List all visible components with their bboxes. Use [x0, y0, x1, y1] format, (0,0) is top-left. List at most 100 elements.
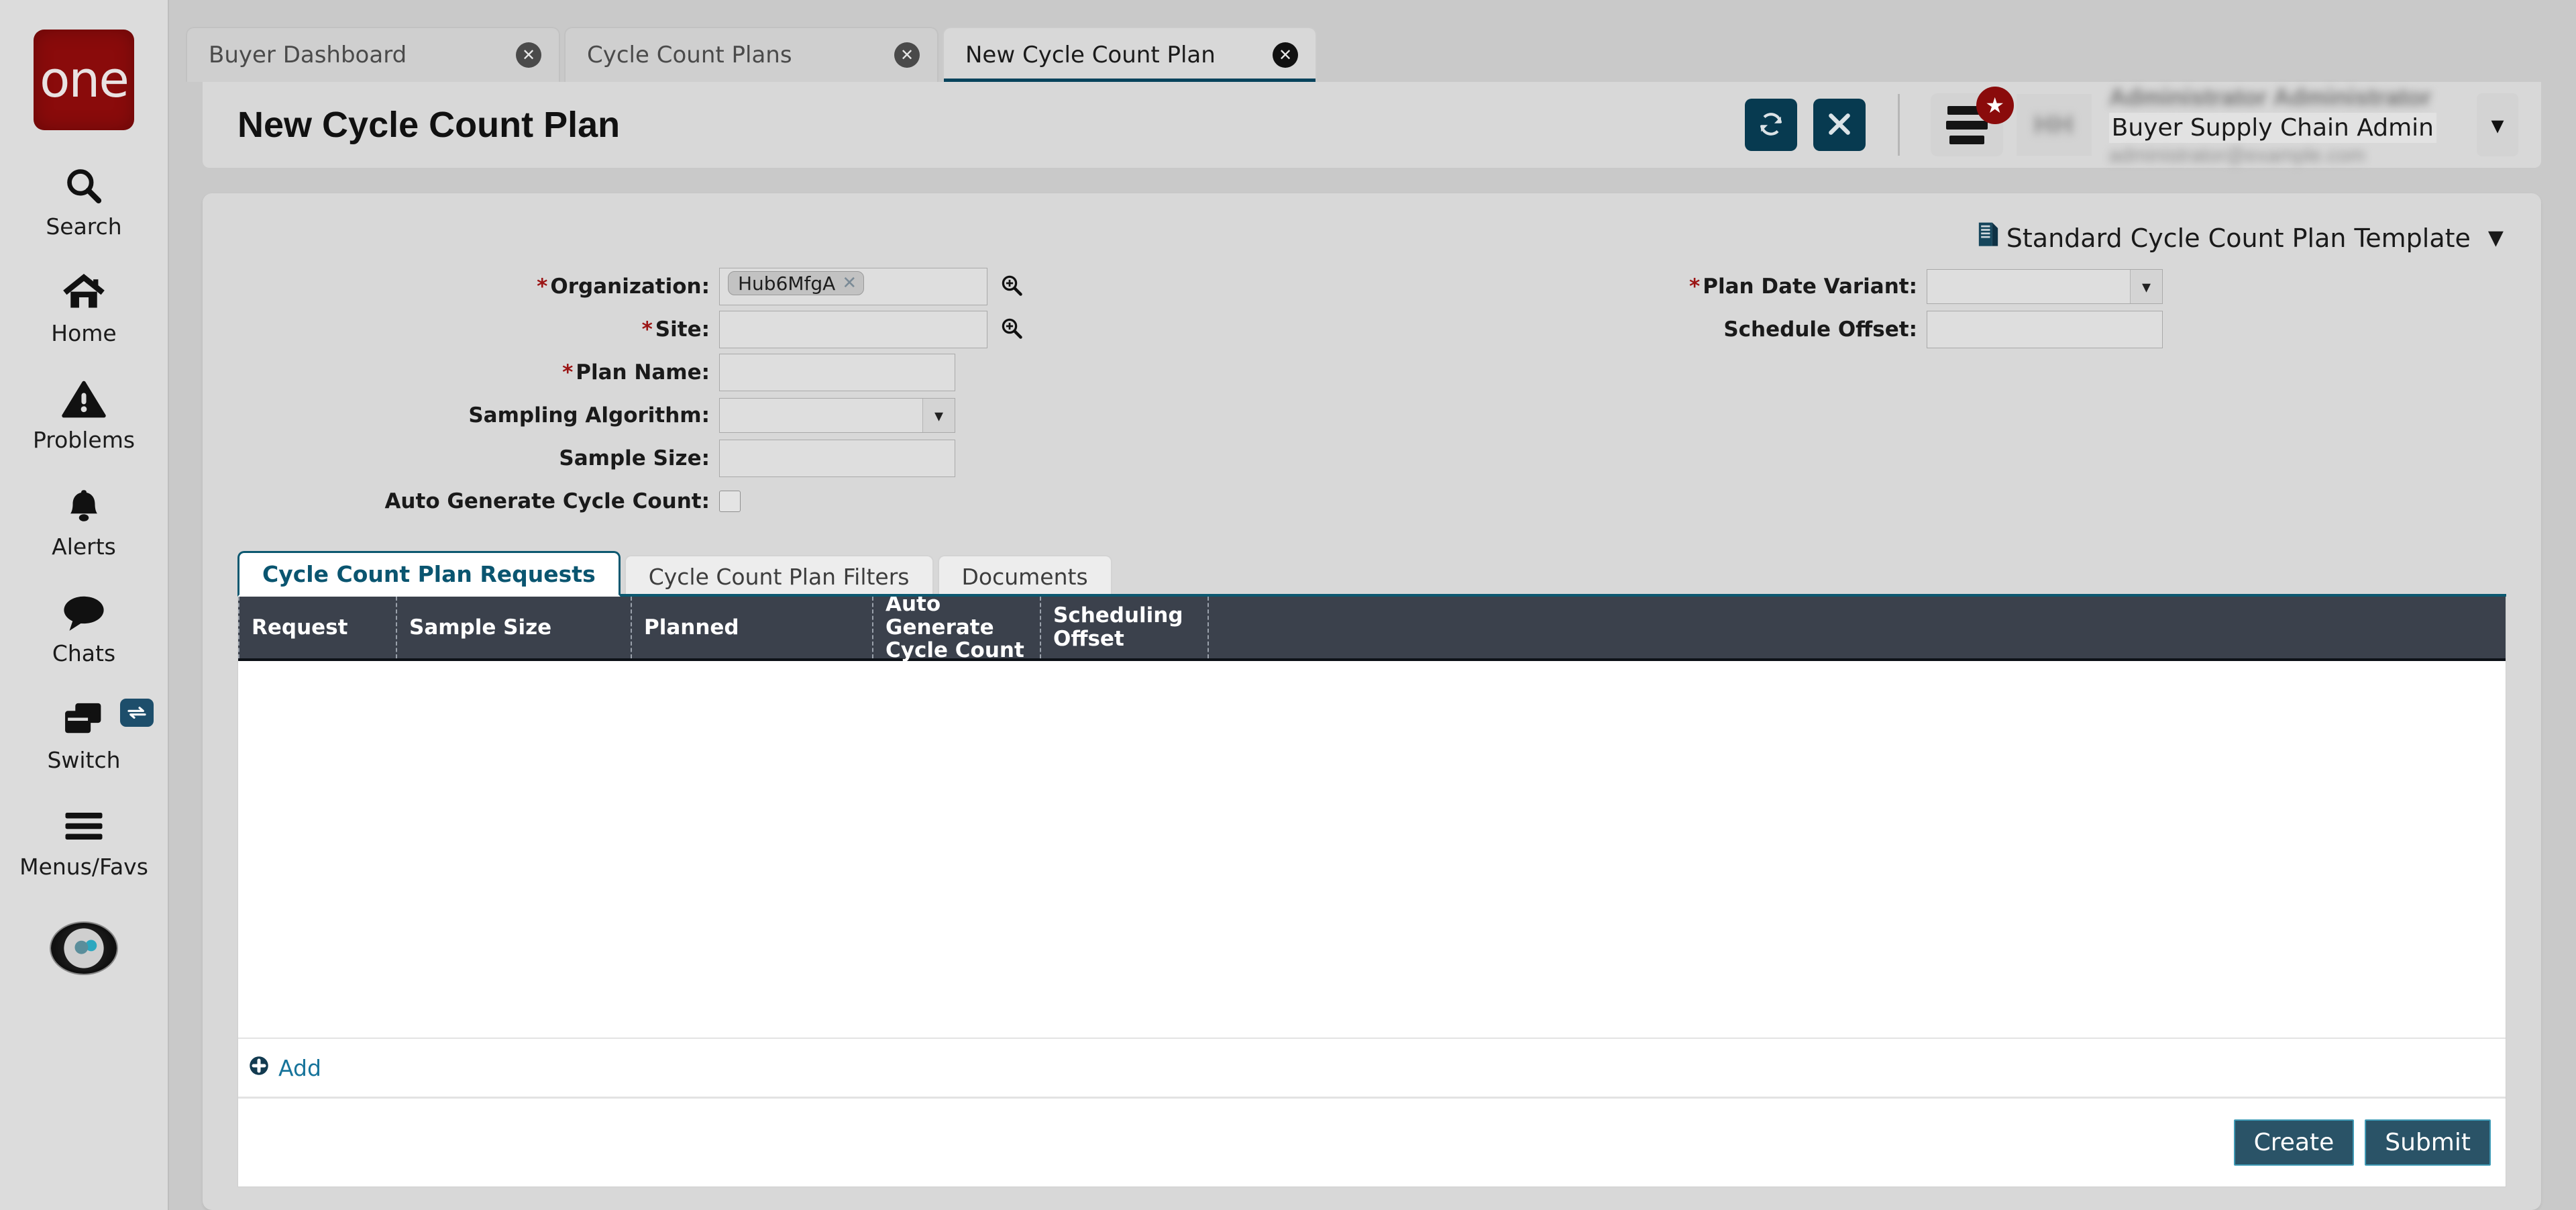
tab-documents[interactable]: Documents: [938, 555, 1112, 597]
required-marker: *: [537, 274, 547, 299]
site-lookup-button[interactable]: [1000, 316, 1024, 344]
caret-down-icon[interactable]: ▼: [2488, 226, 2504, 250]
page-header: New Cycle Count Plan ★ HH: [203, 82, 2541, 168]
avatar: HH: [2017, 94, 2092, 156]
grid-body-empty: [238, 661, 2506, 1038]
site-input[interactable]: [719, 311, 987, 348]
document-icon: [1977, 221, 2000, 254]
card-bottom-spacer: [203, 1187, 2541, 1210]
sidebar-item-problems[interactable]: Problems: [0, 374, 168, 453]
warning-triangle-icon: [62, 374, 106, 424]
required-marker: *: [562, 360, 573, 385]
hamburger-icon: [64, 801, 104, 851]
sidebar-item-chats[interactable]: Chats: [0, 588, 168, 666]
column-header-scheduling-offset[interactable]: Scheduling Offset: [1040, 597, 1208, 658]
label-organization: *Organization:: [203, 274, 719, 299]
assistant-avatar[interactable]: [51, 923, 117, 974]
search-plus-icon: [1000, 273, 1024, 301]
tab-cycle-count-plan-requests[interactable]: Cycle Count Plan Requests: [237, 551, 621, 597]
organization-chip[interactable]: Hub6MfgA ✕: [728, 271, 864, 295]
template-selector-row: Standard Cycle Count Plan Template ▼: [203, 193, 2541, 254]
column-header-blank-2: [1375, 597, 2506, 658]
sidebar-item-switch[interactable]: Switch: [0, 695, 168, 773]
sampling-algorithm-value: [720, 399, 922, 432]
favorites-menu-button[interactable]: ★: [1931, 93, 2003, 156]
close-icon: [1827, 111, 1852, 139]
column-header-auto-generate-cycle-count[interactable]: Auto Generate Cycle Count: [872, 597, 1040, 658]
sidebar-label-search: Search: [46, 213, 121, 240]
search-icon: [63, 161, 105, 211]
template-selector[interactable]: Standard Cycle Count Plan Template ▼: [1977, 221, 2504, 254]
user-email: administrator@example.com: [2109, 144, 2436, 167]
left-nav-rail: one Search Home Problems Alerts: [0, 0, 169, 1210]
sidebar-item-menus-favs[interactable]: Menus/Favs: [0, 801, 168, 880]
star-icon: ★: [1976, 87, 2014, 124]
header-divider: [1898, 94, 1900, 156]
exchange-arrows-icon: [126, 705, 148, 720]
field-plan-date-variant: *Plan Date Variant: ▾: [1303, 269, 2541, 304]
template-label: Standard Cycle Count Plan Template: [2006, 223, 2471, 253]
add-request-button[interactable]: Add: [249, 1055, 321, 1081]
column-header-request[interactable]: Request: [238, 597, 396, 658]
main-content-area: Buyer Dashboard ✕ Cycle Count Plans ✕ Ne…: [169, 0, 2576, 1210]
sidebar-item-home[interactable]: Home: [0, 268, 168, 346]
plan-date-variant-value: [1927, 270, 2130, 303]
chevron-down-icon[interactable]: ▾: [2477, 93, 2518, 156]
refresh-button[interactable]: [1745, 99, 1797, 151]
tab-label: Cycle Count Plan Requests: [262, 561, 596, 587]
plan-form: *Organization: Hub6MfgA ✕: [203, 254, 2541, 527]
windows-icon: [62, 695, 106, 744]
sidebar-label-home: Home: [51, 320, 116, 346]
tab-label: Documents: [962, 564, 1088, 590]
plan-date-variant-select[interactable]: ▾: [1927, 269, 2163, 304]
column-header-blank-1[interactable]: [1208, 597, 1375, 658]
close-icon[interactable]: ✕: [842, 273, 857, 293]
label-auto-generate-cycle-count: Auto Generate Cycle Count:: [203, 489, 719, 513]
chip-label: Hub6MfgA: [738, 272, 835, 295]
workspace-tab-label: Cycle Count Plans: [587, 42, 792, 68]
workspace-tab-cycle-count-plans[interactable]: Cycle Count Plans ✕: [564, 27, 938, 82]
plan-name-input[interactable]: [719, 354, 955, 391]
field-auto-generate-cycle-count: Auto Generate Cycle Count:: [203, 484, 1303, 519]
column-header-sample-size[interactable]: Sample Size: [396, 597, 631, 658]
user-profile[interactable]: HH Administrator Administrator Buyer Sup…: [2017, 83, 2518, 167]
workspace-tab-new-cycle-count-plan[interactable]: New Cycle Count Plan ✕: [943, 27, 1317, 82]
organization-lookup-button[interactable]: [1000, 273, 1024, 301]
one-network-logo[interactable]: one: [34, 30, 134, 130]
workspace-tab-buyer-dashboard[interactable]: Buyer Dashboard ✕: [186, 27, 560, 82]
close-icon[interactable]: ✕: [894, 42, 920, 68]
column-header-planned[interactable]: Planned: [631, 597, 872, 658]
close-icon[interactable]: ✕: [1273, 42, 1298, 68]
sample-size-input[interactable]: [719, 440, 955, 477]
bell-icon: [64, 481, 104, 531]
chevron-down-icon[interactable]: ▾: [2130, 270, 2162, 303]
label-sample-size: Sample Size:: [203, 446, 719, 470]
switch-toggle-badge[interactable]: [120, 699, 154, 727]
sampling-algorithm-select[interactable]: ▾: [719, 398, 955, 433]
submit-button[interactable]: Submit: [2365, 1119, 2491, 1166]
schedule-offset-input[interactable]: [1927, 311, 2163, 348]
organization-input[interactable]: Hub6MfgA ✕: [719, 268, 987, 305]
close-page-button[interactable]: [1813, 99, 1866, 151]
auto-generate-cycle-count-checkbox[interactable]: [719, 491, 741, 512]
page-title: New Cycle Count Plan: [237, 104, 1729, 146]
sidebar-item-search[interactable]: Search: [0, 161, 168, 240]
chevron-down-icon[interactable]: ▾: [922, 399, 955, 432]
sidebar-label-alerts: Alerts: [52, 534, 116, 560]
search-plus-icon: [1000, 316, 1024, 344]
required-marker: *: [642, 317, 653, 342]
field-sample-size: Sample Size:: [203, 441, 1303, 476]
create-button[interactable]: Create: [2234, 1119, 2355, 1166]
workspace-tab-label: Buyer Dashboard: [209, 42, 407, 68]
user-info: Administrator Administrator Buyer Supply…: [2109, 83, 2436, 167]
tab-cycle-count-plan-filters[interactable]: Cycle Count Plan Filters: [625, 555, 934, 597]
close-icon[interactable]: ✕: [516, 42, 541, 68]
label-plan-name: *Plan Name:: [203, 360, 719, 385]
field-organization: *Organization: Hub6MfgA ✕: [203, 269, 1303, 304]
form-action-bar: Create Submit: [238, 1098, 2506, 1187]
label-schedule-offset: Schedule Offset:: [1303, 317, 1927, 342]
sidebar-item-alerts[interactable]: Alerts: [0, 481, 168, 560]
required-marker: *: [1689, 274, 1700, 299]
sidebar-label-chats: Chats: [52, 640, 115, 666]
user-role: Buyer Supply Chain Admin: [2109, 113, 2436, 143]
